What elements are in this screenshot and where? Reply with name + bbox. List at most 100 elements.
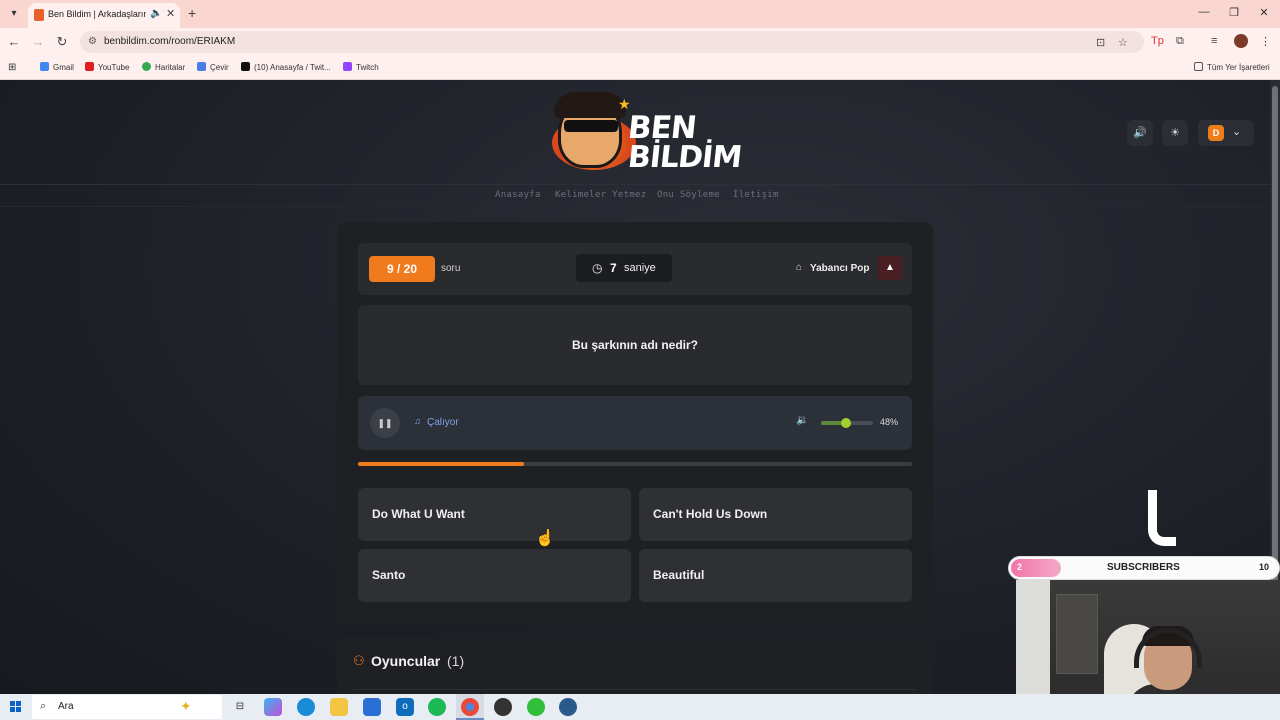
spotify-icon[interactable] [428, 698, 446, 716]
question-box: Bu şarkının adı nedir? [358, 305, 912, 385]
tab-title: Ben Bildim | Arkadaşlarınla [48, 9, 146, 19]
tab-audio-icon[interactable]: 🔈 [150, 8, 162, 19]
install-app-icon[interactable]: ⊡ [1096, 36, 1105, 49]
edge-icon[interactable] [297, 698, 315, 716]
minimize-icon[interactable]: — [1197, 6, 1211, 18]
obs-icon[interactable] [494, 698, 512, 716]
apps-grid-icon[interactable]: ⊞ [8, 62, 16, 73]
forward-icon[interactable]: → [30, 34, 46, 49]
countdown-timer: ◷ 7 saniye [576, 254, 672, 282]
players-panel: ⚇ Oyuncular (1) [337, 637, 933, 694]
taskbar-search[interactable]: ⌕ Ara ✦ [32, 695, 222, 719]
user-avatar: D [1208, 125, 1224, 141]
timer-value: 7 [610, 261, 617, 275]
bookmarks-folder[interactable]: Tüm Yer İşaretleri [1194, 62, 1270, 72]
answer-option-2[interactable]: Can't Hold Us Down [639, 488, 912, 541]
outlook-icon[interactable]: o [396, 698, 414, 716]
answer-option-4[interactable]: Beautiful [639, 549, 912, 602]
volume-icon[interactable]: 🔉 [796, 415, 808, 426]
logo-mascot-hair [554, 92, 626, 118]
profile-avatar[interactable] [1234, 34, 1248, 48]
tab-close-icon[interactable]: ✕ [166, 7, 175, 20]
task-view-icon[interactable]: ⊟ [231, 698, 249, 716]
users-icon: ⚇ [353, 653, 365, 668]
sun-icon: ☀ [1170, 127, 1180, 139]
window-close-icon[interactable]: ✕ [1257, 6, 1271, 19]
user-menu-button[interactable]: D ⌄ [1198, 120, 1254, 146]
back-icon[interactable]: ← [6, 34, 22, 49]
volume-slider-knob[interactable] [840, 418, 851, 428]
search-icon: ⌕ [40, 700, 47, 712]
nav-link-onu-soyleme[interactable]: Onu Söyleme [657, 190, 720, 200]
music-note-icon: ♫ [414, 416, 421, 426]
copilot-icon[interactable] [264, 698, 282, 716]
site-info-icon[interactable]: ⚙ [88, 36, 97, 47]
browser-tab-bar: ▾ Ben Bildim | Arkadaşlarınla 🔈 ✕ + — ❐ … [0, 0, 1280, 28]
extensions-puzzle-icon[interactable]: ⧉ [1176, 35, 1184, 48]
taskbar-search-label: Ara [58, 701, 74, 712]
file-explorer-icon[interactable] [330, 698, 348, 716]
windows-start-icon[interactable] [10, 701, 22, 713]
browser-menu-icon[interactable]: ⋮ [1260, 35, 1271, 48]
nav-divider-bottom [0, 206, 1270, 207]
bookmark-youtube[interactable]: YouTube [85, 62, 129, 72]
sound-toggle-button[interactable]: 🔊 [1127, 120, 1153, 146]
subscriber-current: 2 [1017, 562, 1023, 572]
subscriber-goal-target: 10 [1259, 562, 1270, 572]
pause-button[interactable]: ❚❚ [370, 408, 400, 438]
settings-app-icon[interactable] [559, 698, 577, 716]
nav-link-iletisim[interactable]: İletişim [733, 190, 779, 200]
players-title: Oyuncular [371, 653, 441, 669]
bookmark-twitter[interactable]: (10) Anasayfa / Twit... [241, 62, 331, 72]
x-icon [241, 62, 250, 71]
site-favicon-icon [34, 9, 44, 21]
youtube-icon [85, 62, 94, 71]
question-status-bar: 9 / 20 soru ◷ 7 saniye ⌂ Yabancı Pop ▲ [358, 243, 912, 295]
bookmark-twitch[interactable]: Twitch [343, 62, 379, 72]
windows-taskbar: ⌕ Ara ✦ ⊟ o [0, 694, 1280, 720]
bookmark-gmail[interactable]: Gmail [40, 62, 74, 72]
playback-status: Çalıyor [427, 417, 459, 428]
mouse-cursor-icon: ☝ [535, 530, 555, 547]
chrome-icon[interactable] [461, 698, 479, 716]
overlay-hook-graphic [1148, 490, 1176, 546]
nav-link-kelimeler-yetmez[interactable]: Kelimeler Yetmez [555, 190, 647, 200]
gmail-icon [40, 62, 49, 71]
site-logo[interactable]: ★ BEN BİLDİM [552, 90, 743, 178]
subscriber-goal-label: SUBSCRIBERS [1107, 562, 1180, 573]
category-label: Yabancı Pop [810, 263, 870, 274]
report-button[interactable]: ▲ [878, 256, 902, 280]
url-text[interactable]: benbildim.com/room/ERIAKM [104, 36, 235, 47]
bookmark-star-icon[interactable]: ☆ [1118, 36, 1128, 49]
search-highlight-icon: ✦ [180, 698, 192, 714]
song-progress-fill [358, 462, 525, 466]
volume-slider[interactable] [821, 418, 873, 428]
players-count: (1) [447, 653, 465, 669]
browser-tab[interactable]: Ben Bildim | Arkadaşlarınla 🔈 ✕ [28, 3, 180, 28]
volume-percent: 48% [880, 417, 899, 427]
answer-option-3[interactable]: Santo [358, 549, 631, 602]
subscriber-goal-bar: 2 SUBSCRIBERS 10 [1008, 556, 1280, 580]
theme-toggle-button[interactable]: ☀ [1162, 120, 1188, 146]
streaming-app-icon[interactable] [527, 698, 545, 716]
new-tab-icon[interactable]: + [188, 5, 196, 21]
extension-icon[interactable]: Tp [1151, 35, 1164, 47]
restore-icon[interactable]: ❐ [1227, 6, 1241, 19]
reload-icon[interactable]: ↻ [54, 34, 70, 50]
song-progress-bar [358, 462, 912, 466]
bookmark-maps[interactable]: Haritalar [142, 62, 185, 72]
nav-divider-top [0, 184, 1270, 185]
translate-icon [197, 62, 206, 71]
nav-link-home[interactable]: Anasayfa [495, 190, 541, 200]
answer-label: Can't Hold Us Down [653, 507, 768, 521]
question-counter-badge: 9 / 20 [369, 256, 435, 282]
tab-search-icon[interactable]: ▾ [6, 6, 22, 22]
bookmark-translate[interactable]: Çevir [197, 62, 229, 72]
media-controls-icon[interactable]: ≡ [1211, 35, 1217, 47]
clock-icon: ◷ [592, 261, 603, 275]
game-card: 9 / 20 soru ◷ 7 saniye ⌂ Yabancı Pop ▲ B… [337, 222, 933, 624]
address-bar[interactable]: ⚙ benbildim.com/room/ERIAKM ⊡ ☆ [80, 31, 1144, 53]
store-icon[interactable] [363, 698, 381, 716]
answer-label: Santo [372, 568, 406, 582]
answer-option-1[interactable]: Do What U Want [358, 488, 631, 541]
